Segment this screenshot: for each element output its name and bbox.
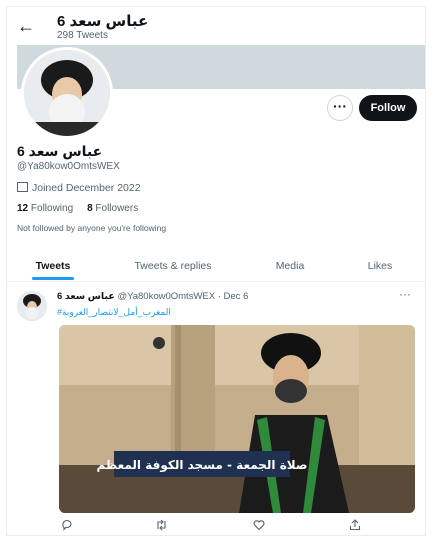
joined-text: Joined December 2022 — [32, 182, 141, 194]
tweet-avatar-image — [17, 291, 47, 321]
following-link[interactable]: 12 Following — [17, 203, 73, 214]
tab-likes[interactable]: Likes — [357, 251, 403, 281]
tweet[interactable]: عباس سعد 6 @Ya80kow0OmtsWEX · Dec 6 ··· … — [7, 285, 425, 535]
tweet-photo: صلاة الجمعة - مسجد الكوفة المعظم — [59, 325, 415, 513]
tweet-image[interactable]: صلاة الجمعة - مسجد الكوفة المعظم — [59, 325, 415, 513]
profile-page: ← عباس سعد 6 298 Tweets ··· Follow عباس … — [6, 6, 426, 536]
retweet-icon[interactable] — [155, 519, 168, 534]
tweet-avatar[interactable] — [17, 291, 47, 321]
tab-media[interactable]: Media — [265, 251, 315, 281]
more-options-button[interactable]: ··· — [327, 95, 353, 121]
joined-date: Joined December 2022 — [17, 181, 141, 194]
top-bar: ← عباس سعد 6 298 Tweets — [7, 7, 425, 45]
profile-avatar[interactable] — [21, 47, 113, 139]
followers-label: Followers — [95, 203, 139, 214]
profile-tabs: Tweets Tweets & replies Media Likes — [7, 251, 425, 282]
avatar-image — [24, 50, 110, 136]
header-tweet-count: 298 Tweets — [57, 30, 108, 41]
tweet-actions — [59, 519, 399, 533]
follow-stats: 12 Following 8 Followers — [17, 203, 138, 214]
header-name: عباس سعد 6 — [57, 13, 149, 30]
profile-name: عباس سعد 6 — [17, 143, 103, 159]
share-icon[interactable] — [349, 519, 361, 534]
followed-by-note: Not followed by anyone you're following — [17, 223, 167, 233]
following-label: Following — [30, 203, 74, 214]
tweet-header: عباس سعد 6 @Ya80kow0OmtsWEX · Dec 6 — [57, 291, 248, 302]
arrow-left-icon[interactable]: ← — [17, 17, 35, 35]
following-count: 12 — [17, 203, 29, 214]
followers-count: 8 — [87, 203, 93, 214]
calendar-icon — [17, 182, 28, 192]
active-tab-indicator — [32, 277, 74, 280]
heart-icon[interactable] — [253, 519, 265, 534]
followers-link[interactable]: 8 Followers — [87, 203, 138, 214]
follow-button[interactable]: Follow — [359, 95, 417, 121]
tweet-author-name[interactable]: عباس سعد 6 — [57, 291, 115, 302]
reply-icon[interactable] — [61, 519, 73, 534]
tweet-more-icon[interactable]: ··· — [399, 287, 411, 301]
profile-handle: @Ya80kow0OmtsWEX — [17, 161, 120, 172]
photo-banner-text: صلاة الجمعة - مسجد الكوفة المعظم — [96, 458, 307, 473]
tweet-handle-date: @Ya80kow0OmtsWEX · Dec 6 — [117, 291, 249, 302]
tweet-hashtag[interactable]: #المغرب_أمل_لانتصار_العروبة — [57, 307, 171, 318]
tab-tweets-replies[interactable]: Tweets & replies — [125, 251, 221, 281]
